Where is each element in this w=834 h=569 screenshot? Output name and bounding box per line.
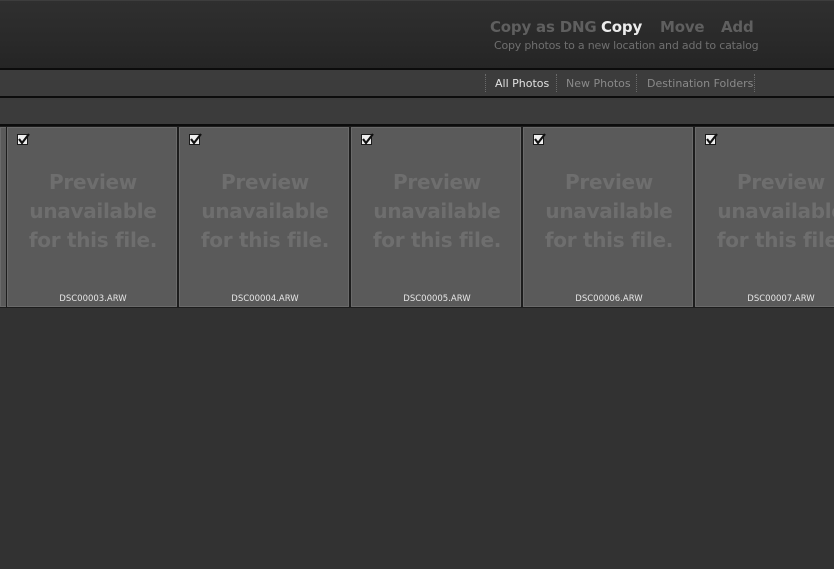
grid-toolbar: [0, 98, 834, 124]
tab-divider: [556, 74, 557, 92]
mode-add[interactable]: Add: [721, 18, 754, 36]
thumbnail-filename: DSC00003.ARW: [59, 294, 127, 304]
preview-unavailable-text: Preview unavailable for this file.: [200, 170, 330, 252]
thumbnail-cell[interactable]: Preview unavailable for this file. DSC00…: [695, 127, 834, 307]
view-filter-bar: All Photos New Photos Destination Folder…: [0, 70, 834, 96]
preview-unavailable-text: Preview unavailable for this file.: [716, 170, 834, 252]
tab-divider: [636, 74, 637, 92]
include-checkbox[interactable]: [189, 133, 202, 145]
tab-new-photos[interactable]: New Photos: [566, 77, 631, 90]
checkmark-icon: [190, 133, 202, 145]
thumbnail-filename: DSC00006.ARW: [575, 294, 643, 304]
mode-description: Copy photos to a new location and add to…: [494, 39, 759, 52]
include-checkbox[interactable]: [705, 133, 718, 145]
thumbnail-grid[interactable]: Preview unavailable for this file. DSC00…: [0, 126, 834, 308]
preview-unavailable-text: Preview unavailable for this file.: [372, 170, 502, 252]
include-checkbox[interactable]: [361, 133, 374, 145]
mode-copy-as-dng[interactable]: Copy as DNG: [490, 18, 597, 36]
thumbnail-filename: DSC00004.ARW: [231, 294, 299, 304]
thumbnail-cell[interactable]: Preview unavailable for this file. DSC00…: [7, 127, 177, 307]
tab-divider: [754, 74, 755, 92]
thumbnail-cell[interactable]: Preview unavailable for this file. DSC00…: [179, 127, 349, 307]
include-checkbox[interactable]: [533, 133, 546, 145]
import-mode-selector: Copy as DNG Copy Move Add: [0, 18, 834, 38]
tab-destination-folders[interactable]: Destination Folders: [647, 77, 753, 90]
thumbnail-filename: DSC00007.ARW: [747, 294, 815, 304]
tab-all-photos[interactable]: All Photos: [495, 77, 549, 90]
import-header: Copy as DNG Copy Move Add Copy photos to…: [0, 0, 834, 68]
tab-divider: [485, 74, 486, 92]
include-checkbox[interactable]: [17, 133, 30, 145]
checkmark-icon: [706, 133, 718, 145]
checkmark-icon: [18, 133, 30, 145]
checkmark-icon: [534, 133, 546, 145]
thumbnail-cell[interactable]: Preview unavailable for this file. DSC00…: [351, 127, 521, 307]
thumbnail-cell-partial[interactable]: [0, 127, 6, 307]
import-window: Copy as DNG Copy Move Add Copy photos to…: [0, 0, 834, 569]
thumbnail-filename: DSC00005.ARW: [403, 294, 471, 304]
thumbnail-cell[interactable]: Preview unavailable for this file. DSC00…: [523, 127, 693, 307]
preview-unavailable-text: Preview unavailable for this file.: [544, 170, 674, 252]
mode-copy[interactable]: Copy: [601, 18, 642, 36]
preview-unavailable-text: Preview unavailable for this file.: [28, 170, 158, 252]
mode-move[interactable]: Move: [660, 18, 705, 36]
checkmark-icon: [362, 133, 374, 145]
